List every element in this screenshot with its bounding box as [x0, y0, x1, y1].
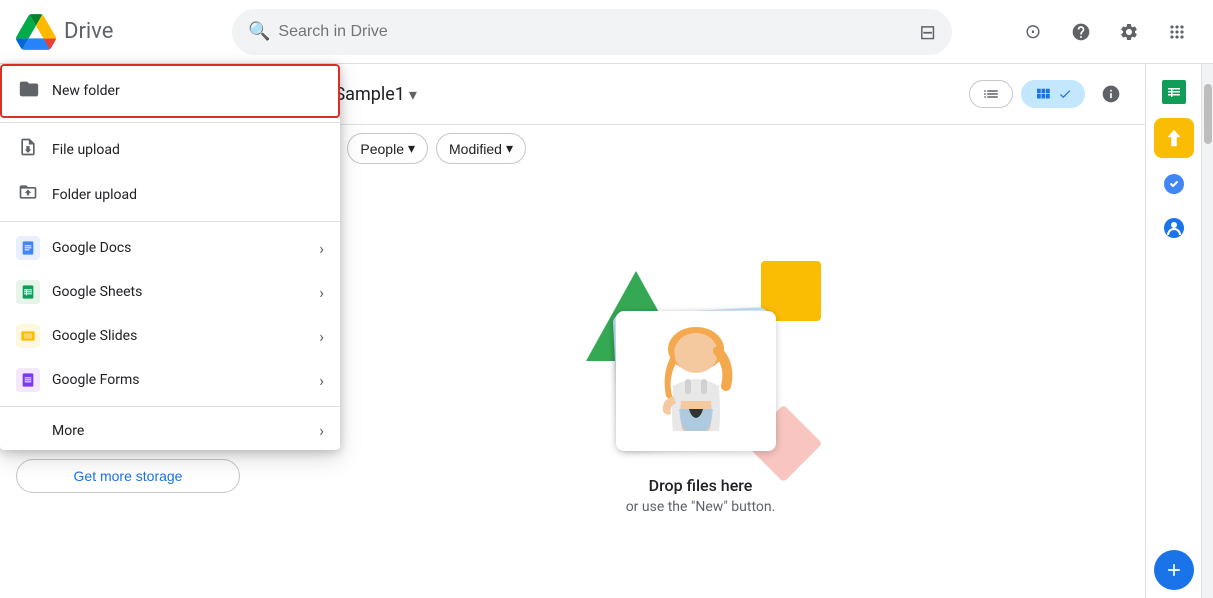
google-sheets-arrow: › — [319, 283, 324, 302]
file-upload-item[interactable]: File upload — [0, 127, 340, 172]
scrollbar-thumb[interactable] — [1204, 84, 1212, 144]
logo-title: Drive — [64, 19, 113, 44]
google-sheets-label: Google Sheets — [52, 284, 307, 300]
tune-icon[interactable]: ⊟ — [919, 20, 936, 44]
keep-right-icon[interactable] — [1154, 118, 1194, 158]
dropdown-overlay: New folder File upload Folder upload Goo… — [0, 64, 340, 450]
tasks-right-icon[interactable] — [1154, 164, 1194, 204]
dropdown-menu: New folder File upload Folder upload Goo… — [0, 64, 340, 450]
filter-people-arrow: ▾ — [408, 140, 415, 157]
contacts-right-icon[interactable] — [1154, 208, 1194, 248]
header: Drive 🔍 ⊟ ⊙ — [0, 0, 1213, 64]
more-arrow: › — [319, 421, 324, 440]
get-more-storage-button[interactable]: Get more storage — [16, 459, 240, 493]
more-item[interactable]: More › — [0, 411, 340, 450]
new-folder-item[interactable]: New folder — [0, 64, 340, 118]
apps-grid-button[interactable] — [1157, 12, 1197, 52]
google-slides-icon — [16, 324, 40, 348]
grid-view-button[interactable] — [1021, 80, 1085, 108]
google-slides-item[interactable]: Google Slides › — [0, 314, 340, 358]
illustration — [561, 256, 841, 476]
view-controls — [969, 76, 1129, 112]
file-upload-icon — [16, 137, 40, 162]
filter-people-button[interactable]: People ▾ — [347, 133, 428, 164]
list-view-button[interactable] — [969, 80, 1013, 108]
google-docs-arrow: › — [319, 239, 324, 258]
google-forms-item[interactable]: Google Forms › — [0, 358, 340, 402]
google-docs-label: Google Docs — [52, 240, 307, 256]
google-docs-item[interactable]: Google Docs › — [0, 226, 340, 270]
divider-1 — [0, 122, 340, 123]
breadcrumb-bar: Drive › Sample1 ▾ — [256, 64, 1145, 125]
new-folder-label: New folder — [52, 83, 120, 99]
sheets-right-icon[interactable] — [1154, 72, 1194, 112]
folder-upload-label: Folder upload — [52, 187, 324, 203]
content-area: Drive › Sample1 ▾ Typ — [256, 64, 1145, 598]
chevron-down-icon: ▾ — [409, 85, 417, 104]
divider-2 — [0, 221, 340, 222]
google-forms-label: Google Forms — [52, 372, 307, 388]
google-slides-arrow: › — [319, 327, 324, 346]
photo-card-front — [616, 311, 776, 451]
filter-modified-button[interactable]: Modified ▾ — [436, 133, 526, 164]
folder-upload-icon — [16, 182, 40, 207]
google-slides-label: Google Slides — [52, 328, 307, 344]
divider-3 — [0, 406, 340, 407]
info-button[interactable] — [1093, 76, 1129, 112]
logo-area: Drive — [16, 12, 216, 52]
scrollbar[interactable] — [1201, 64, 1213, 598]
breadcrumb-current[interactable]: Sample1 ▾ — [334, 84, 416, 105]
add-apps-button[interactable] — [1154, 550, 1194, 590]
help-button[interactable] — [1061, 12, 1101, 52]
filter-bar: Type ▾ People ▾ Modified ▾ — [256, 125, 1145, 172]
person-illustration — [631, 321, 761, 441]
drop-files-title: Drop files here — [649, 476, 753, 495]
drive-logo-icon — [16, 12, 56, 52]
google-forms-icon — [16, 368, 40, 392]
google-sheets-item[interactable]: Google Sheets › — [0, 270, 340, 314]
settings-button[interactable] — [1109, 12, 1149, 52]
filter-modified-arrow: ▾ — [506, 140, 513, 157]
file-upload-label: File upload — [52, 142, 324, 158]
search-icon: 🔍 — [248, 21, 270, 42]
folder-upload-item[interactable]: Folder upload — [0, 172, 340, 217]
google-forms-arrow: › — [319, 371, 324, 390]
drop-zone: Drop files here or use the "New" button. — [256, 172, 1145, 598]
google-docs-icon — [16, 236, 40, 260]
right-sidebar — [1145, 64, 1201, 598]
new-folder-icon — [18, 78, 40, 104]
search-bar[interactable]: 🔍 ⊟ — [232, 9, 952, 55]
account-circle-button[interactable]: ⊙ — [1013, 12, 1053, 52]
more-label: More — [52, 423, 307, 439]
header-icons: ⊙ — [1013, 12, 1197, 52]
google-sheets-icon — [16, 280, 40, 304]
drop-files-subtitle: or use the "New" button. — [626, 499, 776, 515]
search-input[interactable] — [278, 23, 911, 41]
